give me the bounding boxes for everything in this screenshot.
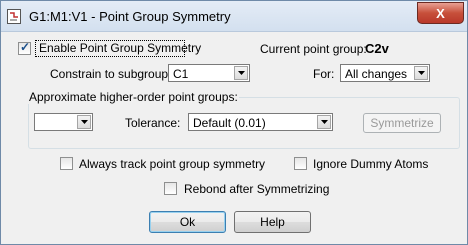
tolerance-value: Default (0.01) [193,116,266,130]
constrain-subgroup-label: Constrain to subgroup: [50,67,172,81]
ignore-dummy-label[interactable]: Ignore Dummy Atoms [313,157,428,171]
approx-groups-title: Approximate higher-order point groups: [28,90,239,104]
always-track-checkbox[interactable] [60,157,73,170]
dialog-window: G1:M1:V1 - Point Group Symmetry X ✓ Enab… [0,0,468,245]
for-select[interactable]: All changes [340,64,430,82]
chevron-down-icon[interactable] [414,66,428,80]
always-track-label[interactable]: Always track point group symmetry [79,157,265,171]
tolerance-label: Tolerance: [125,116,181,130]
title-bar[interactable]: G1:M1:V1 - Point Group Symmetry X [1,1,467,32]
rebond-checkbox[interactable] [164,182,177,195]
current-point-group-value: C2v [365,41,389,56]
symmetrize-button[interactable]: Symmetrize [363,113,441,133]
current-point-group-label: Current point group: [260,42,367,56]
rebond-label[interactable]: Rebond after Symmetrizing [184,182,329,196]
chevron-down-icon[interactable] [317,115,331,129]
chevron-down-icon[interactable] [77,115,91,129]
for-value: All changes [345,67,408,81]
enable-symmetry-label[interactable]: Enable Point Group Symmetry [39,41,201,55]
app-icon [7,9,21,24]
for-label: For: [313,67,335,81]
close-button[interactable]: X [417,2,464,24]
approx-group-select[interactable] [34,113,93,131]
enable-symmetry-checkbox[interactable]: ✓ [18,40,31,55]
close-icon: X [436,5,445,21]
constrain-subgroup-select[interactable]: C1 [168,64,250,82]
ignore-dummy-checkbox[interactable] [294,157,307,170]
constrain-subgroup-value: C1 [173,67,189,81]
checkmark-icon: ✓ [20,40,31,54]
chevron-down-icon[interactable] [234,66,248,80]
ok-button[interactable]: Ok [149,211,226,233]
tolerance-select[interactable]: Default (0.01) [188,113,333,131]
window-title: G1:M1:V1 - Point Group Symmetry [29,9,231,24]
help-button[interactable]: Help [234,211,311,233]
